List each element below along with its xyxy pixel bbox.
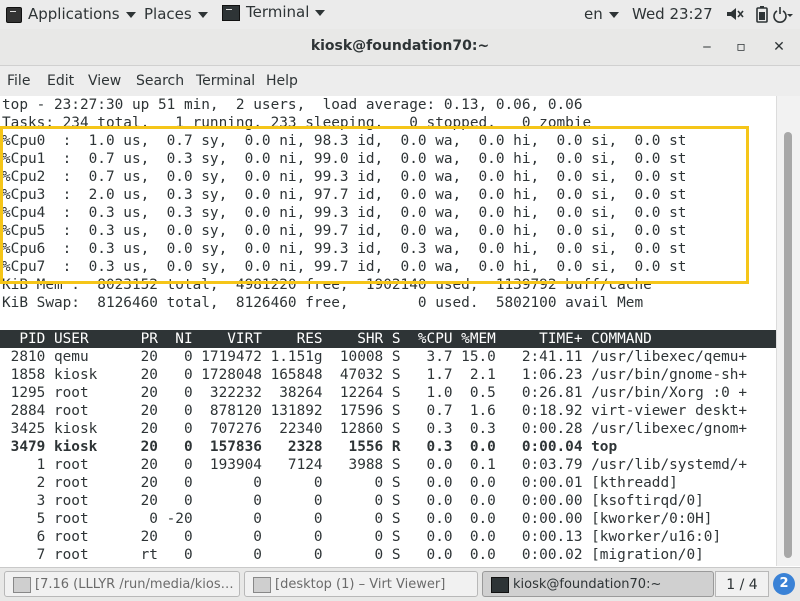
input-source-indicator[interactable]: en xyxy=(584,5,619,23)
process-row: 3 root 20 0 0 0 0 S 0.0 0.0 0:00.00 [kso… xyxy=(2,493,704,509)
task-item-terminal[interactable]: kiosk@foundation70:~ xyxy=(482,571,714,597)
cpu-line: %Cpu3 : 2.0 us, 0.3 sy, 0.0 ni, 97.7 id,… xyxy=(2,187,687,203)
menu-file[interactable]: File xyxy=(7,73,30,89)
terminal-icon xyxy=(491,577,509,593)
workspace-badge[interactable]: 2 xyxy=(773,573,795,595)
cpu-line: %Cpu4 : 0.3 us, 0.3 sy, 0.0 ni, 99.3 id,… xyxy=(2,205,687,221)
cpu-line: %Cpu6 : 0.3 us, 0.0 sy, 0.0 ni, 99.3 id,… xyxy=(2,241,687,257)
close-button[interactable]: ✕ xyxy=(770,38,788,56)
menu-help[interactable]: Help xyxy=(266,73,298,89)
terminal-scrollbar[interactable] xyxy=(776,96,800,566)
minimize-button[interactable]: ‒ xyxy=(698,38,716,56)
process-row: 2884 root 20 0 878120 131892 17596 S 0.7… xyxy=(2,403,748,419)
task-label: kiosk@foundation70:~ xyxy=(513,577,662,592)
chevron-down-icon xyxy=(197,11,208,18)
terminal-icon xyxy=(222,4,240,21)
chevron-down-icon xyxy=(787,14,793,17)
places-menu[interactable]: Places xyxy=(144,5,208,23)
cpu-line: %Cpu1 : 0.7 us, 0.3 sy, 0.0 ni, 99.0 id,… xyxy=(2,151,687,167)
summary-line: top - 23:27:30 up 51 min, 2 users, load … xyxy=(2,97,583,113)
menu-search[interactable]: Search xyxy=(136,73,184,89)
task-label: [7.16 (LLLYR /run/media/kios… xyxy=(35,577,234,592)
window-titlebar[interactable]: kiosk@foundation70:~ ‒ ▫ ✕ xyxy=(0,29,800,66)
menu-edit[interactable]: Edit xyxy=(47,73,74,89)
cpu-line: %Cpu7 : 0.3 us, 0.0 sy, 0.0 ni, 99.7 id,… xyxy=(2,259,687,275)
monitor-icon xyxy=(253,577,271,593)
power-icon xyxy=(773,7,787,23)
process-row: 1858 kiosk 20 0 1728048 165848 47032 S 1… xyxy=(2,367,748,383)
scrollbar-thumb[interactable] xyxy=(784,132,792,558)
swap-line: KiB Swap: 8126460 total, 8126460 free, 0… xyxy=(2,295,644,311)
menu-terminal[interactable]: Terminal xyxy=(196,73,255,89)
terminal-icon xyxy=(6,6,22,23)
process-row: 5 root 0 -20 0 0 0 S 0.0 0.0 0:00.00 [kw… xyxy=(2,511,713,527)
places-label: Places xyxy=(144,5,192,23)
menu-view[interactable]: View xyxy=(88,73,121,89)
applications-menu[interactable]: Applications xyxy=(6,5,136,23)
process-row: 1295 root 20 0 322232 38264 12264 S 1.0 … xyxy=(2,385,748,401)
process-row: 3425 kiosk 20 0 707276 22340 12860 S 0.3… xyxy=(2,421,748,437)
cpu-line: %Cpu2 : 0.7 us, 0.0 sy, 0.0 ni, 99.3 id,… xyxy=(2,169,687,185)
window-list: [7.16 (LLLYR /run/media/kios… [desktop (… xyxy=(0,567,800,601)
terminal-app-menu[interactable]: Terminal xyxy=(222,3,326,21)
cpu-line: %Cpu0 : 1.0 us, 0.7 sy, 0.0 ni, 98.3 id,… xyxy=(2,133,687,149)
process-row: 6 root 20 0 0 0 0 S 0.0 0.0 0:00.13 [kwo… xyxy=(2,529,722,545)
process-row: 1 root 20 0 193904 7124 3988 S 0.0 0.1 0… xyxy=(2,457,748,473)
task-item-folder[interactable]: [7.16 (LLLYR /run/media/kios… xyxy=(4,571,240,597)
top-bar: Applications Places Terminal en Wed 23:2… xyxy=(0,0,800,30)
process-table: 2810 qemu 20 0 1719472 1.151g 10008 S 3.… xyxy=(0,348,776,564)
workspace-pager[interactable]: 1 / 4 xyxy=(715,571,769,597)
maximize-button[interactable]: ▫ xyxy=(732,38,750,56)
applications-label: Applications xyxy=(28,5,120,23)
window-title: kiosk@foundation70:~ xyxy=(310,38,490,54)
process-table-header: PID USER PR NI VIRT RES SHR S %CPU %MEM … xyxy=(0,330,776,348)
process-row: 3479 kiosk 20 0 157836 2328 1556 R 0.3 0… xyxy=(2,439,618,455)
process-row: 2 root 20 0 0 0 0 S 0.0 0.0 0:00.01 [kth… xyxy=(2,475,678,491)
folder-icon xyxy=(13,577,31,593)
blank-line xyxy=(0,312,776,330)
process-row: 7 root rt 0 0 0 0 S 0.0 0.0 0:00.02 [mig… xyxy=(2,547,704,563)
process-row: 2810 qemu 20 0 1719472 1.151g 10008 S 3.… xyxy=(2,349,748,365)
chevron-down-icon xyxy=(315,9,326,16)
terminal-app-label: Terminal xyxy=(246,3,310,21)
summary-line: Tasks: 234 total, 1 running, 233 sleepin… xyxy=(2,115,592,131)
chevron-down-icon xyxy=(608,11,619,18)
memory-line: KiB Mem : 8023152 total, 4981220 free, 1… xyxy=(2,277,652,293)
status-icons xyxy=(727,6,793,23)
cpu-line: %Cpu5 : 0.3 us, 0.0 sy, 0.0 ni, 99.7 id,… xyxy=(2,223,687,239)
language-label: en xyxy=(584,5,603,23)
menubar: File Edit View Search Terminal Help xyxy=(0,66,800,96)
system-menu[interactable] xyxy=(724,4,794,28)
terminal-output[interactable]: top - 23:27:30 up 51 min, 2 users, load … xyxy=(0,96,776,566)
battery-icon xyxy=(756,6,768,23)
chevron-down-icon xyxy=(125,11,136,18)
clock[interactable]: Wed 23:27 xyxy=(632,5,713,23)
task-item-virt-viewer[interactable]: [desktop (1) – Virt Viewer] xyxy=(244,571,478,597)
task-label: [desktop (1) – Virt Viewer] xyxy=(275,577,446,592)
volume-icon xyxy=(727,8,744,20)
